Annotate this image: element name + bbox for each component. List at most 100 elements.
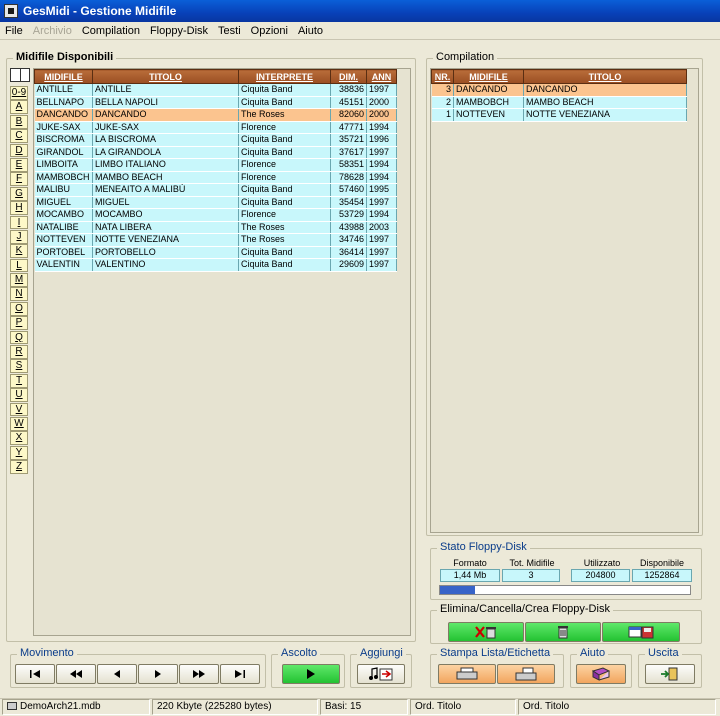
col-comp-midifile[interactable]: MIDIFILE [453,69,524,84]
table-row[interactable]: MALIBU MENEAITO A MALIBÙ Ciquita Band 57460… [34,183,397,197]
col-midifile[interactable]: MIDIFILE [34,69,93,84]
prev-record-button[interactable] [97,664,137,684]
next-page-button[interactable] [179,664,219,684]
title-bar: GesMidi - Gestione Midifile [0,0,720,22]
table-row[interactable]: MAMBOBCH MAMBO BEACH Florence 78628 1994 [34,171,397,184]
menu-testi[interactable]: Testi [213,25,246,37]
col-anno[interactable]: ANN [366,69,397,84]
play-button[interactable] [282,664,340,684]
letter-button[interactable]: T [10,373,28,388]
letter-button[interactable]: K [10,244,28,259]
menu-floppy-disk[interactable]: Floppy-Disk [145,25,213,37]
elimina-button[interactable] [448,622,524,642]
add-music-icon [369,667,393,681]
menu-aiuto[interactable]: Aiuto [293,25,328,37]
next-record-button[interactable] [138,664,178,684]
col-titolo[interactable]: TITOLO [92,69,239,84]
table-row[interactable]: 1 NOTTEVEN NOTTE VENEZIANA [431,108,687,122]
table-row[interactable]: PORTOBEL PORTOBELLO Ciquita Band 36414 1997 [34,246,397,259]
cell-midifile: BELLNAPO [34,96,93,109]
col-comp-titolo[interactable]: TITOLO [523,69,687,84]
letter-button[interactable]: V [10,402,28,417]
cell-dim: 57460 [330,183,367,197]
letter-button[interactable]: U [10,388,28,402]
cell-midifile: GIRANDOL [34,146,93,159]
cell-titolo: LA GIRANDOLA [92,146,239,159]
table-row[interactable]: NATALIBE NATA LIBERA The Roses 43988 2003 [34,221,397,234]
first-record-button[interactable] [15,664,55,684]
letter-button[interactable]: E [10,157,28,172]
book-icon[interactable] [10,68,30,82]
letter-button[interactable]: S [10,359,28,374]
cell-anno: 2003 [366,221,397,234]
col-interprete[interactable]: INTERPRETE [238,69,331,84]
last-record-button[interactable] [220,664,260,684]
cell-titolo: NOTTE VENEZIANA [92,233,239,247]
letter-button[interactable]: 0-9 [10,86,28,100]
print-label-button[interactable] [497,664,555,684]
add-to-compilation-button[interactable] [357,664,405,684]
col-dim[interactable]: DIM. [330,69,367,84]
crea-floppy-button[interactable] [602,622,680,642]
table-row[interactable]: MOCAMBO MOCAMBO Florence 53729 1994 [34,208,397,222]
menu-opzioni[interactable]: Opzioni [246,25,293,37]
letter-button[interactable]: D [10,143,28,158]
prev-page-button[interactable] [56,664,96,684]
letter-button[interactable]: W [10,416,28,431]
letter-button[interactable]: J [10,229,28,244]
menu-file[interactable]: File [0,25,28,37]
menu-compilation[interactable]: Compilation [77,25,145,37]
tot-midifile-value: 3 [502,569,560,582]
cell-midifile: JUKE-SAX [34,121,93,134]
letter-button[interactable]: A [10,100,28,115]
status-basi: Basi: 15 [320,699,408,715]
table-row[interactable]: 2 MAMBOBCH MAMBO BEACH [431,96,687,109]
compilation-table[interactable]: NR. MIDIFILE TITOLO 3 DANCANDO DANCANDO 2 MA… [431,69,687,122]
table-row[interactable]: ANTILLE ANTILLE Ciquita Band 38836 1997 [34,83,397,97]
print-list-button[interactable] [438,664,496,684]
letter-button[interactable]: M [10,273,28,287]
table-row[interactable]: NOTTEVEN NOTTE VENEZIANA The Roses 34746 199… [34,233,397,247]
letter-button[interactable]: N [10,287,28,302]
table-row[interactable]: BISCROMA LA BISCROMA Ciquita Band 35721 1996 [34,133,397,147]
compilation-grid-area[interactable] [430,68,699,533]
letter-button[interactable]: C [10,129,28,143]
table-row[interactable]: LIMBOITA LIMBO ITALIANO Florence 58351 1994 [34,158,397,172]
col-nr[interactable]: NR. [431,69,454,84]
cell-midifile: BISCROMA [34,133,93,147]
table-row[interactable]: DANCANDO DANCANDO The Roses 82060 2000 [34,108,397,122]
letter-button[interactable]: G [10,186,28,201]
disponibili-table[interactable]: MIDIFILE TITOLO INTERPRETE DIM. ANN ANTI… [34,69,397,272]
letter-button[interactable]: Y [10,445,28,460]
exit-button[interactable] [645,664,695,684]
letter-button[interactable]: B [10,114,28,129]
letter-button[interactable]: L [10,258,28,273]
letter-button[interactable]: Z [10,460,28,474]
next-page-icon [193,670,205,678]
cancella-button[interactable] [525,622,601,642]
help-button[interactable] [576,664,626,684]
table-row[interactable]: 3 DANCANDO DANCANDO [431,83,687,97]
table-row[interactable]: GIRANDOL LA GIRANDOLA Ciquita Band 37617 199… [34,146,397,159]
status-ord-1: Ord. Titolo [410,699,516,715]
letter-button[interactable]: Q [10,330,28,345]
letter-button[interactable]: H [10,201,28,215]
letter-button[interactable]: O [10,301,28,316]
letter-button[interactable]: X [10,431,28,446]
menu-archivio[interactable]: Archivio [28,25,77,37]
aiuto-title: Aiuto [577,647,609,659]
table-row[interactable]: VALENTIN VALENTINO Ciquita Band 29609 1997 [34,258,397,272]
letter-button[interactable]: P [10,316,28,331]
table-row[interactable]: JUKE-SAX JUKE-SAX Florence 47771 1994 [34,121,397,134]
letter-button[interactable]: F [10,172,28,187]
play-icon [307,669,315,679]
table-row[interactable]: BELLNAPO BELLA NAPOLI Ciquita Band 45151 200… [34,96,397,109]
letter-button[interactable]: R [10,345,28,359]
cell-anno: 1994 [366,121,397,134]
cell-midifile: VALENTIN [34,258,93,272]
letter-button[interactable]: I [10,215,28,230]
table-row[interactable]: MIGUEL MIGUEL Ciquita Band 35454 1997 [34,196,397,209]
cell-dim: 37617 [330,146,367,159]
menu-bar: File Archivio Compilation Floppy-Disk Te… [0,22,720,40]
delete-x-icon [475,626,496,639]
